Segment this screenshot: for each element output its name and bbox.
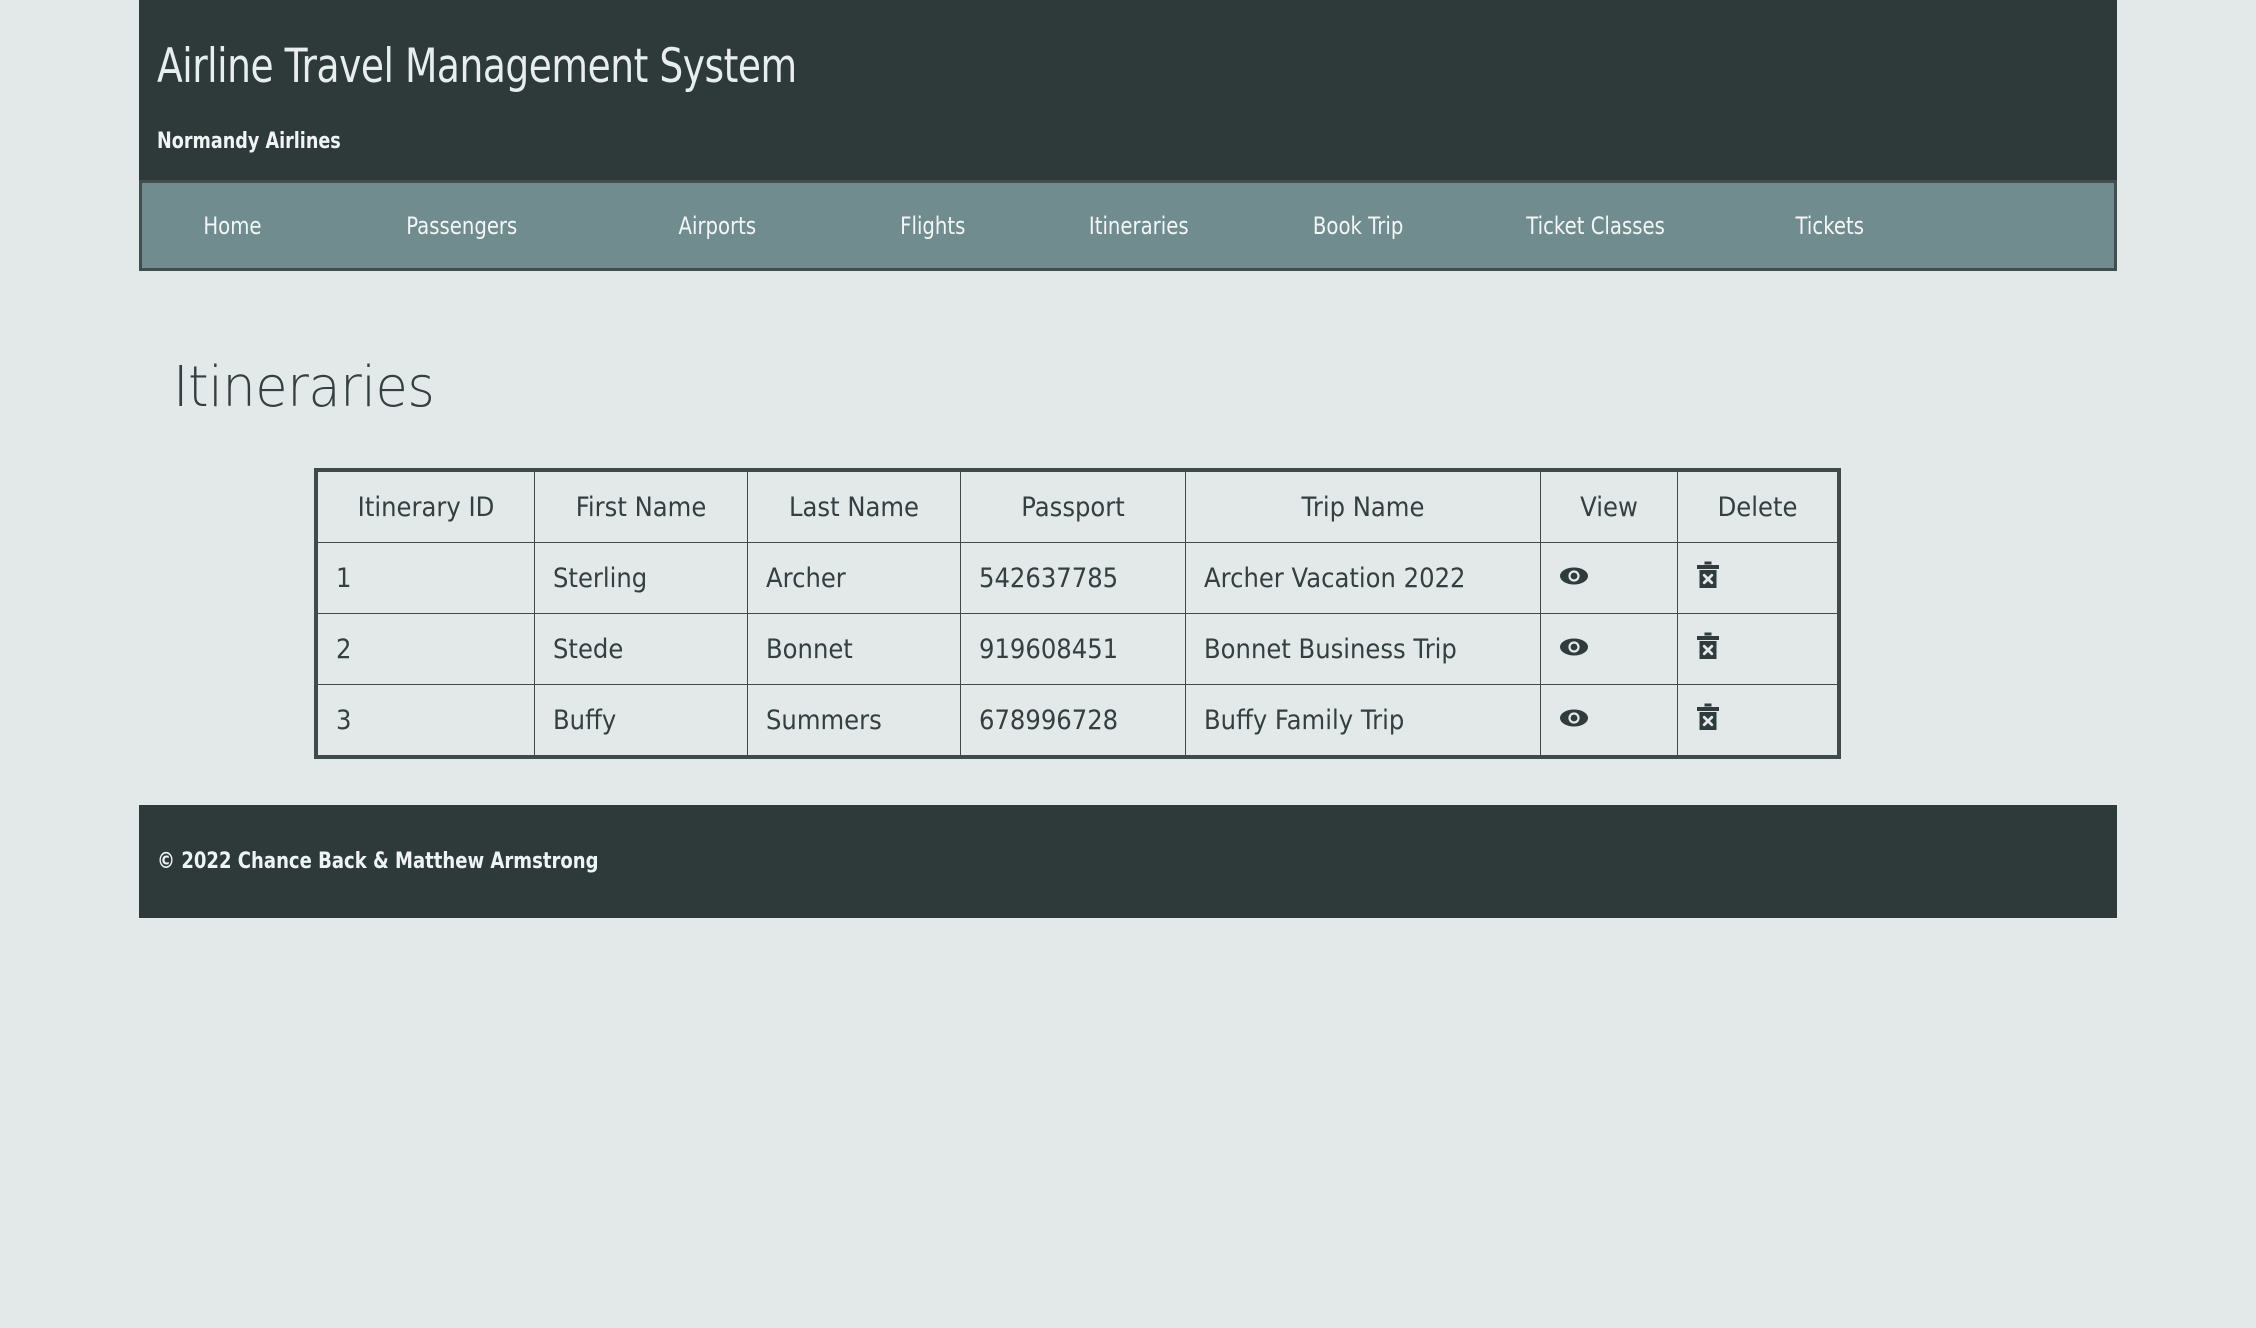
table-body: 1 Sterling Archer 542637785 Archer Vacat…	[315, 542, 1839, 758]
cell-itinerary-id: 3	[315, 684, 535, 758]
column-header-trip-name-label: Trip Name	[1301, 491, 1424, 523]
cell-last-name-value: Bonnet	[765, 633, 853, 665]
cell-trip-name: Bonnet Business Trip	[1184, 613, 1541, 686]
site-title: Airline Travel Management System	[157, 39, 797, 94]
column-header-passport: Passport	[959, 469, 1186, 544]
delete-itinerary-button[interactable]	[1696, 703, 1720, 731]
nav-item-airports[interactable]: Airports	[678, 212, 756, 240]
cell-itinerary-id: 2	[315, 613, 535, 686]
cell-trip-name-value: Bonnet Business Trip	[1203, 633, 1457, 665]
cell-delete	[1676, 542, 1839, 615]
cell-passport-value: 919608451	[978, 633, 1118, 665]
main-navigation: Home Passengers Airports Flights Itinera…	[142, 183, 2114, 269]
cell-trip-name-value: Archer Vacation 2022	[1203, 562, 1466, 594]
delete-itinerary-button[interactable]	[1696, 632, 1720, 660]
cell-delete	[1676, 684, 1839, 758]
site-header-inner: Airline Travel Management System Normand…	[139, 39, 2117, 155]
cell-first-name: Buffy	[533, 684, 748, 758]
table-row: 3 Buffy Summers 678996728 Buffy Family T…	[315, 684, 1839, 758]
cell-passport: 542637785	[959, 542, 1186, 615]
nav-slot-book-trip: Book Trip	[1244, 212, 1472, 240]
column-header-last-name: Last Name	[746, 469, 961, 544]
nav-item-ticket-classes[interactable]: Ticket Classes	[1527, 212, 1666, 240]
column-header-view: View	[1539, 469, 1678, 544]
column-header-itinerary-id: Itinerary ID	[315, 469, 535, 544]
cell-last-name-value: Archer	[765, 562, 846, 594]
cell-passport: 678996728	[959, 684, 1186, 758]
nav-item-flights[interactable]: Flights	[900, 212, 965, 240]
cell-last-name: Archer	[746, 542, 961, 615]
cell-passport-value: 542637785	[978, 562, 1118, 594]
nav-slot-home: Home	[142, 212, 322, 240]
cell-first-name: Sterling	[533, 542, 748, 615]
cell-itinerary-id-value: 3	[335, 704, 351, 736]
cell-last-name-value: Summers	[765, 704, 882, 736]
cell-trip-name: Buffy Family Trip	[1184, 684, 1541, 758]
nav-slot-passengers: Passengers	[322, 212, 602, 240]
table-header-row: Itinerary ID First Name Last Name Passpo…	[315, 469, 1839, 544]
column-header-trip-name: Trip Name	[1184, 469, 1541, 544]
nav-item-book-trip[interactable]: Book Trip	[1313, 212, 1403, 240]
cell-passport: 919608451	[959, 613, 1186, 686]
navbar-border: Home Passengers Airports Flights Itinera…	[139, 180, 2117, 272]
nav-item-passengers[interactable]: Passengers	[406, 212, 517, 240]
column-header-delete-label: Delete	[1717, 491, 1797, 523]
cell-view	[1539, 684, 1678, 758]
cell-first-name-value: Stede	[552, 633, 623, 665]
column-header-view-label: View	[1579, 491, 1638, 523]
eye-icon	[1559, 565, 1589, 587]
table-head: Itinerary ID First Name Last Name Passpo…	[315, 469, 1839, 544]
eye-icon	[1559, 707, 1589, 729]
itineraries-table: Itinerary ID First Name Last Name Passpo…	[313, 468, 1841, 760]
column-header-passport-label: Passport	[1020, 491, 1125, 523]
cell-itinerary-id-value: 2	[335, 633, 351, 665]
main-content: Itineraries Itinerary ID First Name Last…	[139, 355, 2117, 760]
column-header-delete: Delete	[1676, 469, 1839, 544]
trash-x-icon	[1696, 703, 1720, 731]
nav-item-home[interactable]: Home	[203, 212, 261, 240]
cell-delete	[1676, 613, 1839, 686]
cell-first-name-value: Buffy	[552, 704, 616, 736]
view-itinerary-button[interactable]	[1559, 636, 1589, 658]
view-itinerary-button[interactable]	[1559, 707, 1589, 729]
column-header-first-name-label: First Name	[575, 491, 706, 523]
nav-slot-ticket-classes: Ticket Classes	[1472, 212, 1720, 240]
nav-item-itineraries[interactable]: Itineraries	[1089, 212, 1189, 240]
eye-icon	[1559, 636, 1589, 658]
page-container: Airline Travel Management System Normand…	[139, 0, 2117, 919]
nav-slot-itineraries: Itineraries	[1034, 212, 1244, 240]
cell-first-name-value: Sterling	[552, 562, 647, 594]
nav-slot-tickets: Tickets	[1720, 212, 1940, 240]
cell-trip-name-value: Buffy Family Trip	[1203, 704, 1404, 736]
trash-x-icon	[1696, 561, 1720, 589]
cell-last-name: Summers	[746, 684, 961, 758]
site-subtitle: Normandy Airlines	[157, 129, 341, 155]
page-title: Itineraries	[173, 355, 435, 421]
cell-passport-value: 678996728	[978, 704, 1118, 736]
column-header-last-name-label: Last Name	[788, 491, 919, 523]
site-footer: © 2022 Chance Back & Matthew Armstrong	[139, 805, 2117, 919]
footer-copyright: © 2022 Chance Back & Matthew Armstrong	[157, 849, 599, 875]
cell-first-name: Stede	[533, 613, 748, 686]
trash-x-icon	[1696, 632, 1720, 660]
view-itinerary-button[interactable]	[1559, 565, 1589, 587]
table-row: 2 Stede Bonnet 919608451 Bonnet Business…	[315, 613, 1839, 686]
cell-view	[1539, 542, 1678, 615]
delete-itinerary-button[interactable]	[1696, 561, 1720, 589]
cell-trip-name: Archer Vacation 2022	[1184, 542, 1541, 615]
cell-view	[1539, 613, 1678, 686]
nav-item-tickets[interactable]: Tickets	[1796, 212, 1864, 240]
cell-last-name: Bonnet	[746, 613, 961, 686]
site-header: Airline Travel Management System Normand…	[139, 0, 2117, 181]
page-root: Airline Travel Management System Normand…	[0, 0, 2256, 1328]
column-header-itinerary-id-label: Itinerary ID	[357, 491, 494, 523]
table-row: 1 Sterling Archer 542637785 Archer Vacat…	[315, 542, 1839, 615]
cell-itinerary-id: 1	[315, 542, 535, 615]
cell-itinerary-id-value: 1	[335, 562, 351, 594]
itineraries-table-wrapper: Itinerary ID First Name Last Name Passpo…	[157, 468, 2117, 760]
nav-slot-flights: Flights	[832, 212, 1034, 240]
nav-slot-airports: Airports	[602, 212, 832, 240]
column-header-first-name: First Name	[533, 469, 748, 544]
